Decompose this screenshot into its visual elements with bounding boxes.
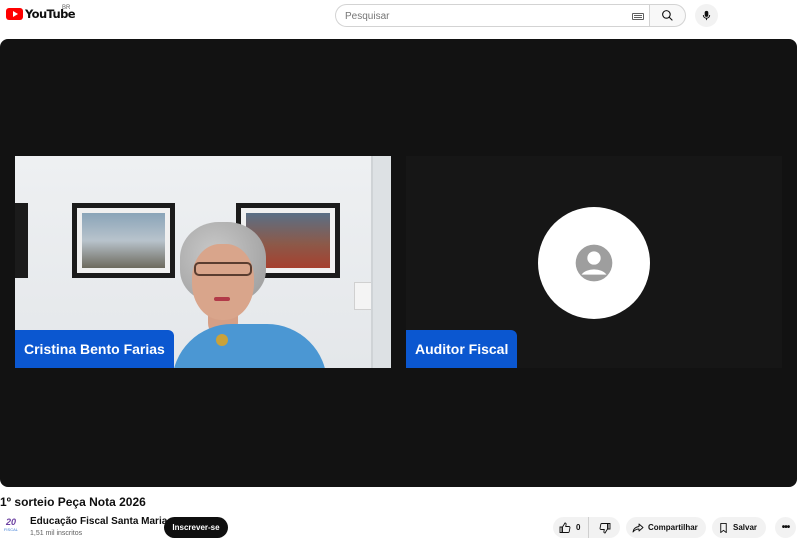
user-avatar-icon	[575, 244, 613, 282]
search-button[interactable]	[649, 4, 686, 27]
channel-avatar[interactable]: 20 FISCAL	[3, 517, 19, 535]
wall-picture	[15, 203, 28, 278]
dislike-button[interactable]	[589, 517, 620, 538]
youtube-play-icon	[6, 8, 23, 20]
wall-switch	[354, 282, 372, 310]
channel-name[interactable]: Educação Fiscal Santa Maria	[30, 516, 167, 527]
search-box[interactable]	[335, 4, 650, 27]
keyboard-icon[interactable]	[632, 13, 644, 20]
save-label: Salvar	[733, 523, 758, 532]
search-icon	[662, 10, 673, 21]
region-code: BR	[62, 5, 71, 11]
mic-icon	[702, 10, 711, 21]
wall-picture	[72, 203, 175, 278]
thumbs-down-icon	[599, 522, 610, 533]
participant-name-tag: Auditor Fiscal	[406, 330, 518, 368]
like-dislike-group: 0	[553, 517, 620, 538]
thumbs-up-icon	[559, 522, 571, 533]
participant-video-person	[172, 222, 327, 368]
voice-search-button[interactable]	[695, 4, 718, 27]
search-input[interactable]	[345, 9, 615, 23]
more-actions-button[interactable]: •••	[775, 517, 796, 538]
like-count: 0	[576, 523, 581, 532]
participant-name-tag: Cristina Bento Farias	[15, 330, 174, 368]
share-label: Compartilhar	[648, 523, 698, 532]
bookmark-icon	[720, 522, 727, 533]
video-player[interactable]	[0, 39, 797, 487]
subscriber-count: 1,51 mil inscritos	[30, 530, 83, 537]
top-bar: YouTube BR	[0, 0, 800, 32]
video-title: 1º sorteio Peça Nota 2026	[0, 495, 146, 509]
participant-avatar	[538, 207, 650, 319]
share-button[interactable]: Compartilhar	[626, 517, 706, 538]
subscribe-button[interactable]: Inscrever-se	[164, 517, 228, 538]
door-frame	[371, 156, 391, 368]
share-icon	[632, 523, 644, 532]
like-button[interactable]: 0	[553, 517, 589, 538]
save-button[interactable]: Salvar	[712, 517, 766, 538]
